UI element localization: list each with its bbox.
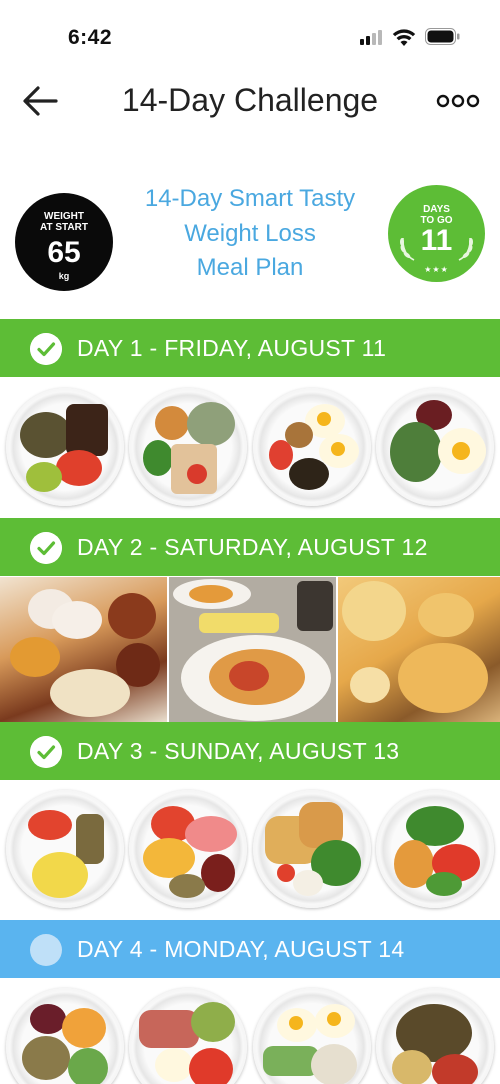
- meal-plate[interactable]: [129, 388, 247, 506]
- day-2-banner[interactable]: DAY 2 - SATURDAY, AUGUST 12: [0, 518, 500, 576]
- meal-plate[interactable]: [6, 388, 124, 506]
- weight-value: 65: [47, 236, 81, 269]
- day-2-meal-photos: [0, 577, 500, 722]
- meal-plate[interactable]: [376, 388, 494, 506]
- weight-unit: kg: [58, 271, 70, 281]
- meal-plate[interactable]: [376, 790, 494, 908]
- cellular-signal-icon: [360, 30, 384, 45]
- plan-title-line1: 14-Day Smart Tasty: [144, 185, 356, 212]
- day-1-meals: [0, 378, 500, 518]
- battery-icon: [425, 28, 460, 45]
- weight-label-line1: WEIGHT: [44, 211, 84, 222]
- more-options-icon[interactable]: [436, 92, 480, 110]
- status-bar: 6:42: [0, 0, 500, 70]
- day-2-label: DAY 2 - SATURDAY, AUGUST 12: [77, 534, 428, 560]
- meal-plate[interactable]: [253, 388, 371, 506]
- day-4-banner[interactable]: DAY 4 - MONDAY, AUGUST 14: [0, 920, 500, 978]
- meal-plan-title: 14-Day Smart Tasty Weight Loss Meal Plan: [120, 182, 380, 286]
- day-3-label: DAY 3 - SUNDAY, AUGUST 13: [77, 738, 400, 764]
- checkmark-circle-icon: [30, 736, 62, 768]
- meal-plate[interactable]: [129, 988, 247, 1084]
- meal-photo[interactable]: [0, 577, 167, 722]
- weight-at-start-badge: WEIGHT AT START 65 kg: [15, 193, 113, 291]
- status-time: 6:42: [68, 26, 113, 49]
- day-3-meals: [0, 780, 500, 920]
- day-1-banner[interactable]: DAY 1 - FRIDAY, AUGUST 11: [0, 319, 500, 377]
- challenge-summary: WEIGHT AT START 65 kg 14-Day Smart Tasty…: [0, 180, 500, 291]
- empty-circle-icon: [30, 934, 62, 966]
- meal-plate[interactable]: [6, 988, 124, 1084]
- checkmark-circle-icon: [30, 532, 62, 564]
- checkmark-circle-icon: [30, 333, 62, 365]
- plan-title-line2: Weight Loss: [184, 219, 316, 247]
- meal-plate[interactable]: [376, 988, 494, 1084]
- days-to-go-badge: DAYS TO GO 11 ★★★: [388, 185, 485, 282]
- page-title: 14-Day Challenge: [121, 82, 379, 118]
- day-3-banner[interactable]: DAY 3 - SUNDAY, AUGUST 13: [0, 722, 500, 780]
- meal-photo[interactable]: [338, 577, 500, 722]
- plan-title-line3: Meal Plan: [196, 254, 304, 281]
- meal-photo[interactable]: [169, 577, 336, 722]
- days-label-line1: DAYS: [423, 204, 450, 215]
- meal-plate[interactable]: [253, 988, 371, 1084]
- laurel-right-icon: [458, 237, 473, 261]
- wifi-icon: [392, 29, 416, 46]
- day-4-meals: [0, 978, 500, 1084]
- navigation-header: 14-Day Challenge: [0, 70, 500, 134]
- weight-label-line2: AT START: [40, 222, 88, 233]
- day-1-label: DAY 1 - FRIDAY, AUGUST 11: [77, 335, 387, 361]
- meal-plate[interactable]: [129, 790, 247, 908]
- meal-plate[interactable]: [6, 790, 124, 908]
- meal-plate[interactable]: [253, 790, 371, 908]
- day-4-label: DAY 4 - MONDAY, AUGUST 14: [77, 936, 405, 962]
- stars-icon: ★★★: [424, 265, 449, 274]
